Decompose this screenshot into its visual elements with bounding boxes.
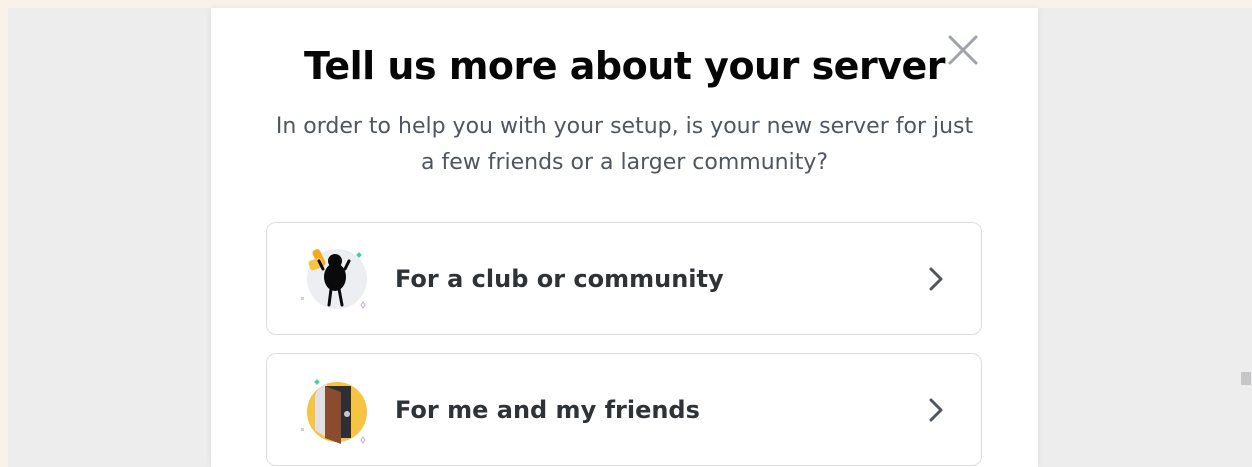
modal-subtitle: In order to help you with your setup, is…	[275, 114, 974, 175]
scrollbar-thumb[interactable]	[1241, 372, 1251, 385]
option-label: For a club or community	[395, 265, 724, 293]
modal-title: Tell us more about your server	[304, 44, 945, 88]
club-mascot-icon	[301, 249, 367, 309]
chevron-right-icon	[929, 267, 943, 291]
option-club-community[interactable]: For a club or community	[266, 222, 982, 335]
create-server-modal: Tell us more about your server In order …	[211, 8, 1038, 467]
option-me-and-friends[interactable]: For me and my friends	[266, 353, 982, 466]
option-label: For me and my friends	[395, 396, 700, 424]
door-icon	[301, 379, 367, 444]
chevron-right-icon	[929, 398, 943, 422]
